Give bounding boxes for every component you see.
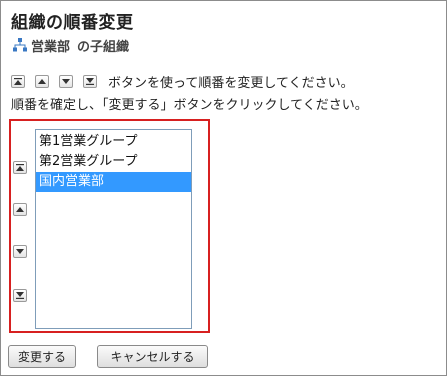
move-down-icon xyxy=(59,74,73,88)
instruction-text-2: 順番を確定し、「変更する」ボタンをクリックしてください。 xyxy=(11,98,368,113)
instruction-text-1: ボタンを使って順番を変更してください。 xyxy=(108,75,354,91)
page-title: 組織の順番変更 xyxy=(11,13,134,33)
move-to-top-icon xyxy=(11,74,25,88)
subtitle: 営業部 の子組織 xyxy=(12,36,130,55)
dialog-panel: 組織の順番変更 営業部 の子組織 ボタンを使って順番を変更してください。 順番を… xyxy=(0,0,447,376)
list-item[interactable]: 国内営業部 xyxy=(36,172,191,192)
order-list: 第1営業グループ 第2営業グループ 国内営業部 xyxy=(36,130,191,192)
list-item[interactable]: 第2営業グループ xyxy=(36,152,191,172)
move-up-icon xyxy=(35,74,49,88)
move-up-button[interactable] xyxy=(13,203,27,216)
org-tree-icon xyxy=(12,37,28,53)
instruction-line-1: ボタンを使って順番を変更してください。 xyxy=(11,72,354,91)
move-to-top-button[interactable] xyxy=(13,161,27,174)
submit-button[interactable]: 変更する xyxy=(8,345,76,368)
org-name: 営業部 xyxy=(31,39,71,55)
org-suffix: の子組織 xyxy=(77,39,130,55)
cancel-button[interactable]: キャンセルする xyxy=(97,345,208,368)
move-to-bottom-button[interactable] xyxy=(13,289,27,302)
move-down-button[interactable] xyxy=(13,245,27,258)
order-listbox[interactable]: 第1営業グループ 第2営業グループ 国内営業部 xyxy=(35,129,192,329)
list-item[interactable]: 第1営業グループ xyxy=(36,132,191,152)
move-to-bottom-icon xyxy=(83,74,97,88)
